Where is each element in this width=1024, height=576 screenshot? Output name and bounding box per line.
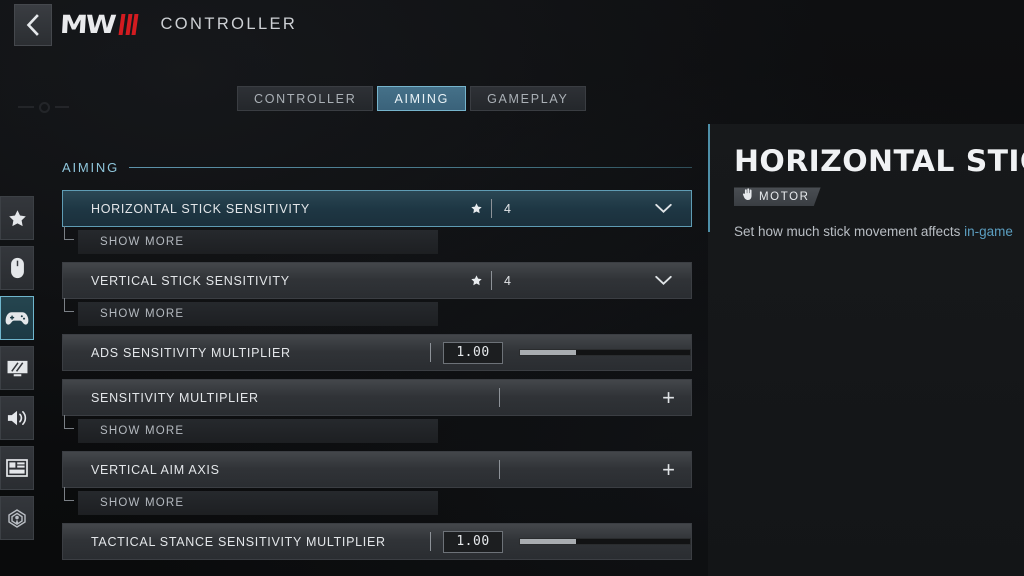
show-more-sensitivity-multiplier[interactable]: SHOW MORE [64, 415, 438, 443]
elbow-connector-icon [64, 298, 74, 312]
monitor-icon [6, 359, 29, 378]
status-badge: MOTOR [734, 187, 821, 206]
elbow-connector-icon [64, 226, 74, 240]
sidebar-item-account[interactable] [0, 496, 34, 540]
mw3-logo: MW [59, 9, 139, 39]
show-more-label: SHOW MORE [100, 425, 185, 437]
plus-expand-icon[interactable]: + [662, 458, 675, 481]
section-header-label: AIMING [62, 159, 120, 175]
setting-value: 4 [504, 273, 512, 288]
mw-logo-bars [118, 13, 139, 35]
setting-label: TACTICAL STANCE SENSITIVITY MULTIPLIER [91, 534, 386, 549]
setting-row-ads-sensitivity-multiplier[interactable]: ADS SENSITIVITY MULTIPLIER 1.00 [62, 334, 692, 371]
sidebar-item-mouse-keyboard[interactable] [0, 246, 34, 290]
setting-row-sensitivity-multiplier[interactable]: SENSITIVITY MULTIPLIER + [62, 379, 692, 416]
detail-accent-line [708, 124, 710, 232]
divider [499, 460, 501, 479]
interface-icon [6, 459, 28, 477]
account-icon [6, 507, 28, 529]
tab-controller[interactable]: CONTROLLER [237, 86, 374, 111]
slider-ads[interactable] [519, 349, 691, 356]
sidebar-item-graphics[interactable] [0, 346, 34, 390]
divider [499, 388, 501, 407]
section-header: AIMING [62, 156, 692, 178]
detail-description-text: Set how much stick movement affects [734, 224, 965, 240]
divider [491, 271, 492, 290]
divider [491, 199, 492, 218]
chevron-down-icon[interactable] [654, 275, 673, 286]
tab-aiming[interactable]: AIMING [377, 86, 467, 111]
tab-gameplay[interactable]: GAMEPLAY [470, 86, 586, 111]
show-more-label: SHOW MORE [100, 497, 185, 509]
detail-description-highlight: in-game [964, 224, 1013, 240]
page-title: CONTROLLER [160, 14, 298, 33]
elbow-connector-icon [64, 415, 74, 429]
mw-logo-text: MW [59, 9, 116, 39]
setting-label: VERTICAL AIM AXIS [91, 462, 220, 477]
sidebar-item-interface[interactable] [0, 446, 34, 490]
settings-list: AIMING HORIZONTAL STICK SENSITIVITY 4 SH… [62, 156, 692, 560]
section-header-rule [129, 166, 692, 168]
slider-fill [520, 539, 577, 544]
setting-label: VERTICAL STICK SENSITIVITY [91, 273, 290, 288]
plus-expand-icon[interactable]: + [662, 386, 675, 409]
top-bar: MW CONTROLLER [0, 0, 1024, 52]
setting-label: ADS SENSITIVITY MULTIPLIER [91, 345, 291, 360]
setting-label: SENSITIVITY MULTIPLIER [91, 390, 259, 405]
badge-label: MOTOR [759, 190, 810, 203]
slider-fill [520, 350, 577, 355]
show-more-label: SHOW MORE [100, 236, 185, 248]
gamepad-icon [5, 310, 29, 327]
chevron-left-icon [25, 14, 41, 36]
setting-row-tactical-stance-sensitivity-multiplier[interactable]: TACTICAL STANCE SENSITIVITY MULTIPLIER 1… [62, 523, 692, 560]
setting-row-vertical-aim-axis[interactable]: VERTICAL AIM AXIS + [62, 451, 692, 488]
favorite-star-icon[interactable] [465, 274, 487, 287]
detail-title: HORIZONTAL STICK [734, 144, 1024, 178]
detail-description: Set how much stick movement affects in-g… [734, 222, 1024, 242]
slider-tactical-stance[interactable] [519, 538, 691, 545]
setting-value: 4 [504, 201, 512, 216]
divider [430, 343, 431, 362]
chevron-down-icon[interactable] [654, 203, 673, 214]
show-more-vertical-aim-axis[interactable]: SHOW MORE [64, 487, 438, 515]
elbow-connector-icon [64, 487, 74, 501]
value-input-ads[interactable]: 1.00 [443, 341, 503, 364]
show-more-horizontal-stick[interactable]: SHOW MORE [64, 226, 438, 254]
value-input-tactical-stance[interactable]: 1.00 [443, 530, 503, 553]
star-icon [7, 208, 28, 229]
setting-row-vertical-stick-sensitivity[interactable]: VERTICAL STICK SENSITIVITY 4 [62, 262, 692, 299]
show-more-label: SHOW MORE [100, 308, 185, 320]
sidebar-item-controller[interactable] [0, 296, 34, 340]
tab-bar: CONTROLLER AIMING GAMEPLAY [237, 86, 586, 111]
sidebar-rail [0, 196, 34, 540]
divider [430, 532, 431, 551]
brand: MW CONTROLLER [59, 7, 298, 41]
show-more-vertical-stick[interactable]: SHOW MORE [64, 298, 438, 326]
sidebar-item-favorites[interactable] [0, 196, 34, 240]
motor-hand-icon [742, 188, 753, 206]
favorite-star-icon[interactable] [465, 202, 487, 215]
setting-label: HORIZONTAL STICK SENSITIVITY [91, 201, 310, 216]
speaker-icon [6, 408, 29, 428]
back-button[interactable] [14, 4, 52, 46]
setting-row-horizontal-stick-sensitivity[interactable]: HORIZONTAL STICK SENSITIVITY 4 [62, 190, 692, 227]
decorative-marks [18, 100, 88, 114]
detail-panel: HORIZONTAL STICK MOTOR Set how much stic… [708, 124, 1024, 576]
settings-screen: MW CONTROLLER CONTROLLER AIMING GAMEPLAY… [0, 0, 1024, 576]
sidebar-item-audio[interactable] [0, 396, 34, 440]
mouse-icon [10, 257, 25, 279]
